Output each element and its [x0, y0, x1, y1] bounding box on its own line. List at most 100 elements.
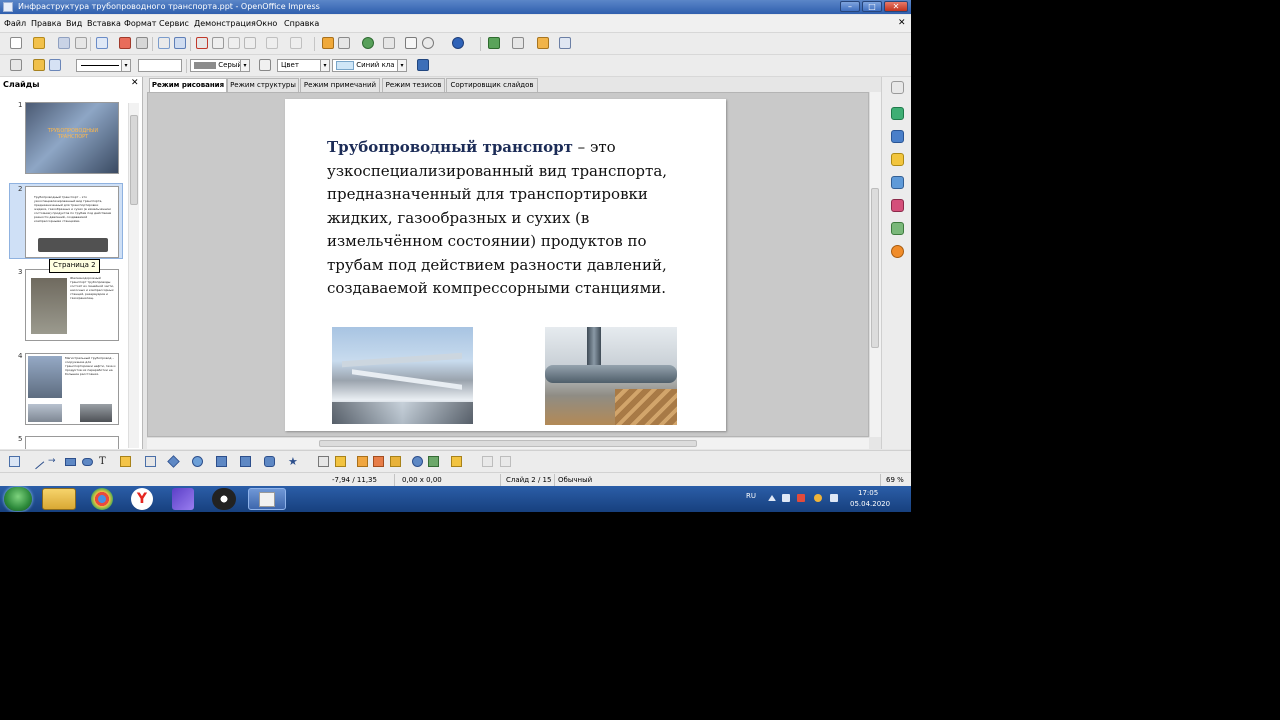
symbol-shapes-icon[interactable] — [192, 456, 203, 467]
vertical-scroll-thumb[interactable] — [871, 188, 879, 348]
menu-insert[interactable]: Вставка — [87, 18, 121, 29]
slide-layout-icon[interactable] — [512, 37, 524, 49]
slide-thumbnail-1[interactable]: ТРУБОПРОВОДНЫЙ ТРАНСПОРТ — [25, 102, 119, 174]
slide-canvas[interactable]: Трубопроводный транспорт – это узкоспеци… — [285, 99, 726, 431]
explorer-taskbar-icon[interactable] — [42, 488, 76, 510]
select-arrow-icon[interactable] — [9, 456, 20, 467]
volume-icon[interactable] — [830, 494, 838, 502]
connector-icon[interactable] — [145, 456, 156, 467]
menu-help[interactable]: Справка — [284, 18, 319, 29]
show-hidden-icons-icon[interactable] — [768, 495, 776, 501]
functions-icon[interactable] — [891, 245, 904, 258]
security-icon[interactable] — [797, 494, 805, 502]
horizontal-scrollbar[interactable] — [147, 437, 869, 449]
save-icon[interactable] — [58, 37, 70, 49]
autospellcheck-icon[interactable] — [174, 37, 186, 49]
arrange-icon[interactable] — [451, 456, 462, 467]
close-document-button[interactable]: ✕ — [898, 18, 906, 29]
line-icon[interactable] — [49, 59, 61, 71]
power-icon[interactable] — [814, 494, 822, 502]
navigator-icon[interactable] — [891, 176, 904, 189]
menu-view[interactable]: Вид — [66, 18, 82, 29]
zoom-icon[interactable] — [422, 37, 434, 49]
openoffice-taskbar-button[interactable] — [248, 488, 286, 510]
new-slide-icon[interactable] — [488, 37, 500, 49]
custom-animation-icon[interactable] — [891, 153, 904, 166]
tab-outline[interactable]: Режим структуры — [227, 78, 299, 92]
line-style-select[interactable] — [76, 59, 125, 72]
slide-thumbnail-3[interactable]: Железнодорожный транспорт трубопроводы с… — [25, 269, 119, 341]
callouts-icon[interactable] — [264, 456, 275, 467]
slides-panel-scroll-thumb[interactable] — [130, 115, 138, 205]
menu-file[interactable]: Файл — [4, 18, 26, 29]
curve-icon[interactable] — [120, 456, 131, 467]
open-folder-icon[interactable] — [33, 37, 45, 49]
fontwork-icon[interactable] — [357, 456, 368, 467]
display-grid-icon[interactable] — [383, 37, 395, 49]
insert-table-icon[interactable] — [338, 37, 350, 49]
slide-thumbnail-2[interactable]: Трубопроводный транспорт – это узкоспеци… — [25, 186, 119, 258]
menu-format[interactable]: Формат — [124, 18, 156, 29]
block-arrows-icon[interactable] — [216, 456, 227, 467]
line-tool-icon[interactable] — [28, 453, 45, 470]
properties-icon[interactable] — [891, 107, 904, 120]
edit-file-icon[interactable] — [96, 37, 108, 49]
fill-color-dropdown[interactable]: ▾ — [397, 59, 407, 72]
zoom-level[interactable]: 69 % — [886, 475, 904, 485]
rectangle-icon[interactable] — [65, 458, 76, 466]
help-icon[interactable] — [452, 37, 464, 49]
yandex-taskbar-icon[interactable]: Y — [131, 488, 153, 510]
paste-icon[interactable] — [228, 37, 240, 49]
tab-slide-sorter[interactable]: Сортировщик слайдов — [446, 78, 538, 92]
tab-handout[interactable]: Режим тезисов — [382, 78, 445, 92]
close-window-button[interactable]: ✕ — [884, 1, 908, 12]
fill-color-select[interactable]: Синий кла — [332, 59, 399, 72]
menu-slideshow[interactable]: Демонстрация — [194, 18, 256, 29]
menu-tools[interactable]: Сервис — [159, 18, 189, 29]
obs-taskbar-icon[interactable] — [212, 488, 236, 510]
slide-thumbnail-5[interactable] — [25, 436, 119, 449]
close-panel-button[interactable]: ✕ — [131, 78, 139, 88]
basic-shapes-icon[interactable] — [167, 455, 180, 468]
arrow-style-icon[interactable] — [33, 59, 45, 71]
minimize-button[interactable]: – — [840, 1, 860, 12]
extrusion-icon[interactable] — [482, 456, 493, 467]
print-icon[interactable] — [136, 37, 148, 49]
styles-icon[interactable] — [10, 59, 22, 71]
gallery-tool-icon[interactable] — [390, 456, 401, 467]
alignment-icon[interactable] — [428, 456, 439, 467]
email-icon[interactable] — [75, 37, 87, 49]
from-file-icon[interactable] — [373, 456, 384, 467]
vertical-scrollbar[interactable] — [869, 92, 881, 437]
slide-design-icon[interactable] — [537, 37, 549, 49]
slide-thumbnail-4[interactable]: Магистральный трубопровод – сооружение д… — [25, 353, 119, 425]
copy-icon[interactable] — [212, 37, 224, 49]
tab-drawing[interactable]: Режим рисования — [149, 78, 227, 92]
slides-panel-scrollbar[interactable] — [128, 103, 139, 448]
fill-type-select[interactable]: Цвет — [277, 59, 322, 72]
slideshow-icon[interactable] — [559, 37, 571, 49]
slide-transition-icon[interactable] — [891, 130, 904, 143]
area-color-dropdown[interactable]: ▾ — [240, 59, 250, 72]
menu-edit[interactable]: Правка — [31, 18, 61, 29]
cut-icon[interactable] — [196, 37, 208, 49]
new-document-icon[interactable] — [10, 37, 22, 49]
slide-text-box[interactable]: Трубопроводный транспорт – это узкоспеци… — [327, 136, 707, 301]
keyboard-language[interactable]: RU — [746, 492, 756, 500]
clock-time[interactable]: 17:05 — [858, 489, 878, 497]
thumbnail-hover-actions[interactable] — [38, 238, 108, 252]
network-icon[interactable] — [782, 494, 790, 502]
area-color-select[interactable]: Серый — [190, 59, 245, 72]
undo-icon[interactable] — [266, 37, 278, 49]
hyperlink-icon[interactable] — [362, 37, 374, 49]
flowchart-icon[interactable] — [240, 456, 251, 467]
show-draw-functions-icon[interactable] — [405, 37, 417, 49]
shadow-icon[interactable] — [417, 59, 429, 71]
fill-type-dropdown[interactable]: ▾ — [320, 59, 330, 72]
maximize-button[interactable]: □ — [862, 1, 882, 12]
menu-window[interactable]: Окно — [256, 18, 277, 29]
sidebar-menu-icon[interactable] — [891, 81, 904, 94]
export-pdf-icon[interactable] — [119, 37, 131, 49]
3d-effects-icon[interactable] — [500, 456, 511, 467]
stars-icon[interactable]: ★ — [288, 456, 299, 467]
